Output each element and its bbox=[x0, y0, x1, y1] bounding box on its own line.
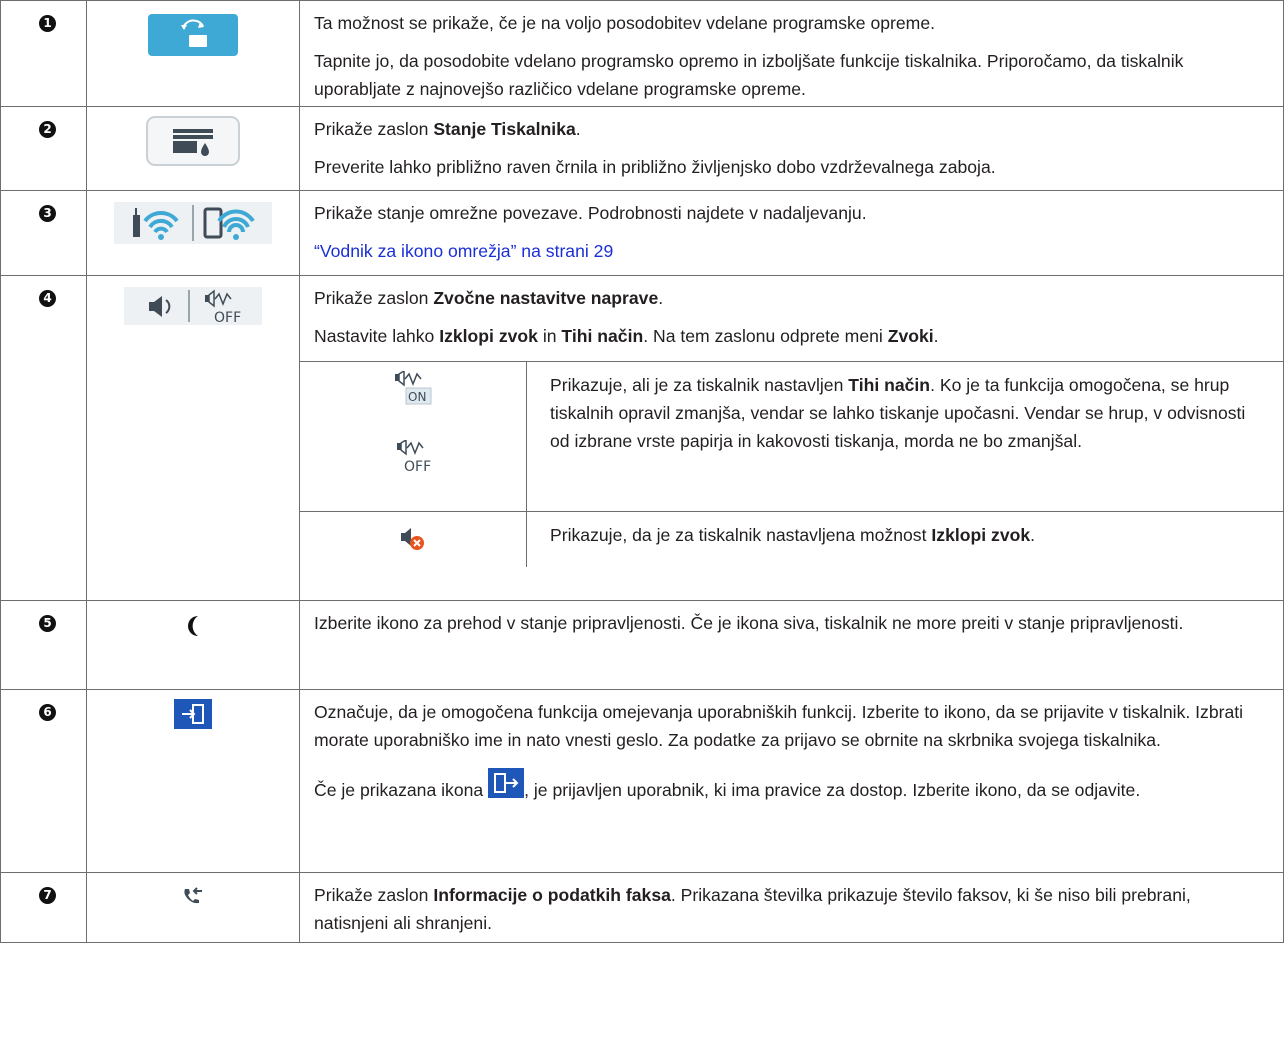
table-row: 6 Označuje, da je omogočena funkcija ome… bbox=[0, 689, 1284, 873]
screen-name: Zvočne nastavitve naprave bbox=[433, 288, 659, 308]
row-number-badge: 4 bbox=[39, 290, 56, 307]
svg-text:OFF: OFF bbox=[404, 459, 431, 474]
row-number-badge: 3 bbox=[39, 205, 56, 222]
icon-reference-table: 1 Ta možnost se prikaže, če je na voljo … bbox=[0, 0, 1284, 943]
network-status-icons bbox=[114, 202, 272, 244]
table-row: 4 OFF Prikaže zaslon Zvočne nastavitve n… bbox=[0, 275, 1284, 601]
fax-info-icon bbox=[182, 887, 204, 910]
screen-name: Stanje Tiskalnika bbox=[433, 119, 576, 139]
login-icon bbox=[174, 699, 212, 734]
row-number-badge: 2 bbox=[39, 121, 56, 138]
sound-icons-subtable: ON OFF Prikazuje, ali je za tiskalnik na… bbox=[300, 361, 1283, 567]
row-number-badge: 7 bbox=[39, 887, 56, 904]
description-text: Označuje, da je omogočena funkcija omeje… bbox=[314, 702, 1244, 750]
svg-text:OFF: OFF bbox=[214, 310, 241, 326]
row-number-badge: 1 bbox=[39, 15, 56, 32]
sound-settings-icons: OFF bbox=[124, 287, 262, 326]
logout-icon bbox=[488, 768, 525, 806]
table-row: 2 Prikaže zaslon Stanje Tiskalnika. Prev… bbox=[0, 106, 1284, 191]
printer-status-icon bbox=[145, 115, 241, 172]
firmware-update-icon bbox=[147, 13, 239, 62]
row-number-badge: 5 bbox=[39, 615, 56, 632]
description-text: Ta možnost se prikaže, če je na voljo po… bbox=[314, 13, 936, 33]
table-row: 3 Prikaže stanje omrežne povezave. Podro… bbox=[0, 190, 1284, 276]
table-row: 7 Prikaže zaslon Informacije o podatkih … bbox=[0, 872, 1284, 943]
description-text: Prikaže stanje omrežne povezave. Podrobn… bbox=[314, 203, 867, 223]
table-row: Prikazuje, da je za tiskalnik nastavljen… bbox=[300, 511, 1283, 567]
screen-name: Informacije o podatkih faksa bbox=[433, 885, 671, 905]
mute-icon bbox=[400, 525, 426, 556]
sleep-moon-icon bbox=[181, 614, 205, 643]
description-text: Izberite ikono za prehod v stanje pripra… bbox=[314, 613, 1184, 633]
row-number-badge: 6 bbox=[39, 704, 56, 721]
svg-text:ON: ON bbox=[408, 390, 426, 404]
description-text: Tapnite jo, da posodobite vdelano progra… bbox=[314, 51, 1184, 99]
description-text: Preverite lahko približno raven črnila i… bbox=[314, 157, 996, 177]
table-row: ON OFF Prikazuje, ali je za tiskalnik na… bbox=[300, 361, 1283, 512]
quiet-mode-on-icon: ON bbox=[393, 369, 433, 412]
network-icon-guide-link[interactable]: “Vodnik za ikono omrežja” na strani 29 bbox=[314, 241, 613, 261]
quiet-mode-off-icon: OFF bbox=[395, 438, 431, 479]
table-row: 5 Izberite ikono za prehod v stanje prip… bbox=[0, 600, 1284, 690]
table-row: 1 Ta možnost se prikaže, če je na voljo … bbox=[0, 0, 1284, 107]
